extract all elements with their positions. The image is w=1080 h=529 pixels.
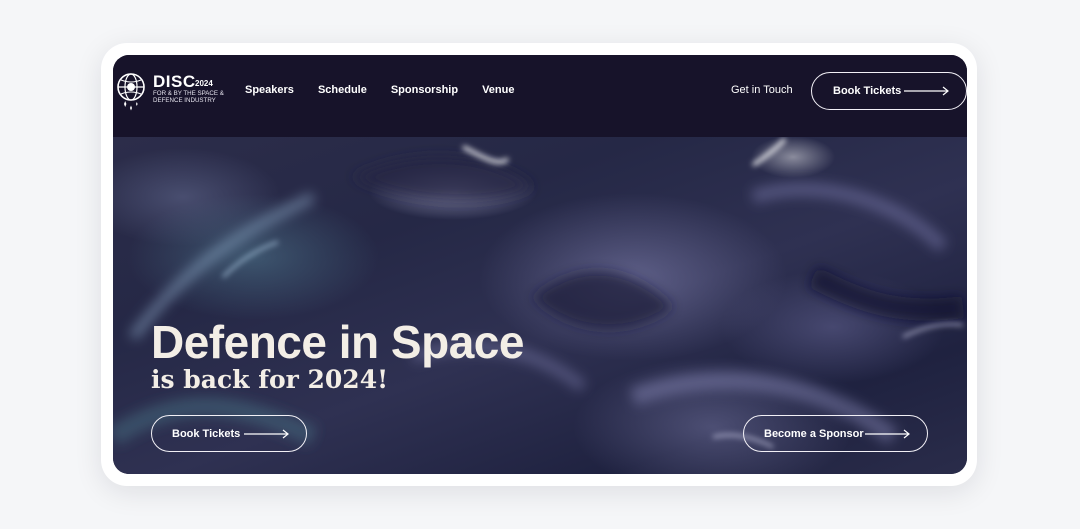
brand-title: DISC — [153, 72, 196, 91]
nav-link-venue[interactable]: Venue — [482, 84, 514, 96]
nav-link-speakers[interactable]: Speakers — [245, 84, 294, 96]
brand-year: 2024 — [195, 79, 213, 88]
website-screen: DISC 2024 FOR & BY THE SPACE & DEFENCE I… — [113, 55, 967, 474]
become-sponsor-button[interactable]: Become a Sponsor — [743, 415, 928, 452]
brand-logo[interactable]: DISC 2024 FOR & BY THE SPACE & DEFENCE I… — [115, 70, 225, 114]
nav-link-sponsorship[interactable]: Sponsorship — [391, 84, 458, 96]
brand-tagline: FOR & BY THE SPACE & DEFENCE INDUSTRY — [153, 90, 224, 104]
arrow-right-icon — [865, 429, 910, 439]
nav-book-tickets-label: Book Tickets — [833, 85, 902, 97]
nav-links: Speakers Schedule Sponsorship Venue — [245, 84, 538, 96]
hero-section: Defence in Space is back for 2024! Book … — [113, 137, 967, 474]
hero-headline: Defence in Space — [151, 316, 524, 368]
hero-subheadline: is back for 2024! — [151, 365, 389, 394]
top-navigation: DISC 2024 FOR & BY THE SPACE & DEFENCE I… — [113, 55, 967, 137]
become-sponsor-label: Become a Sponsor — [764, 427, 864, 440]
hero-book-tickets-label: Book Tickets — [172, 427, 241, 440]
arrow-right-icon — [904, 86, 949, 96]
arrow-right-icon — [244, 429, 289, 439]
hero-book-tickets-button[interactable]: Book Tickets — [151, 415, 307, 452]
nav-link-schedule[interactable]: Schedule — [318, 84, 367, 96]
get-in-touch-link[interactable]: Get in Touch — [731, 84, 793, 96]
nav-book-tickets-button[interactable]: Book Tickets — [811, 72, 967, 110]
globe-satellite-icon — [117, 73, 145, 111]
